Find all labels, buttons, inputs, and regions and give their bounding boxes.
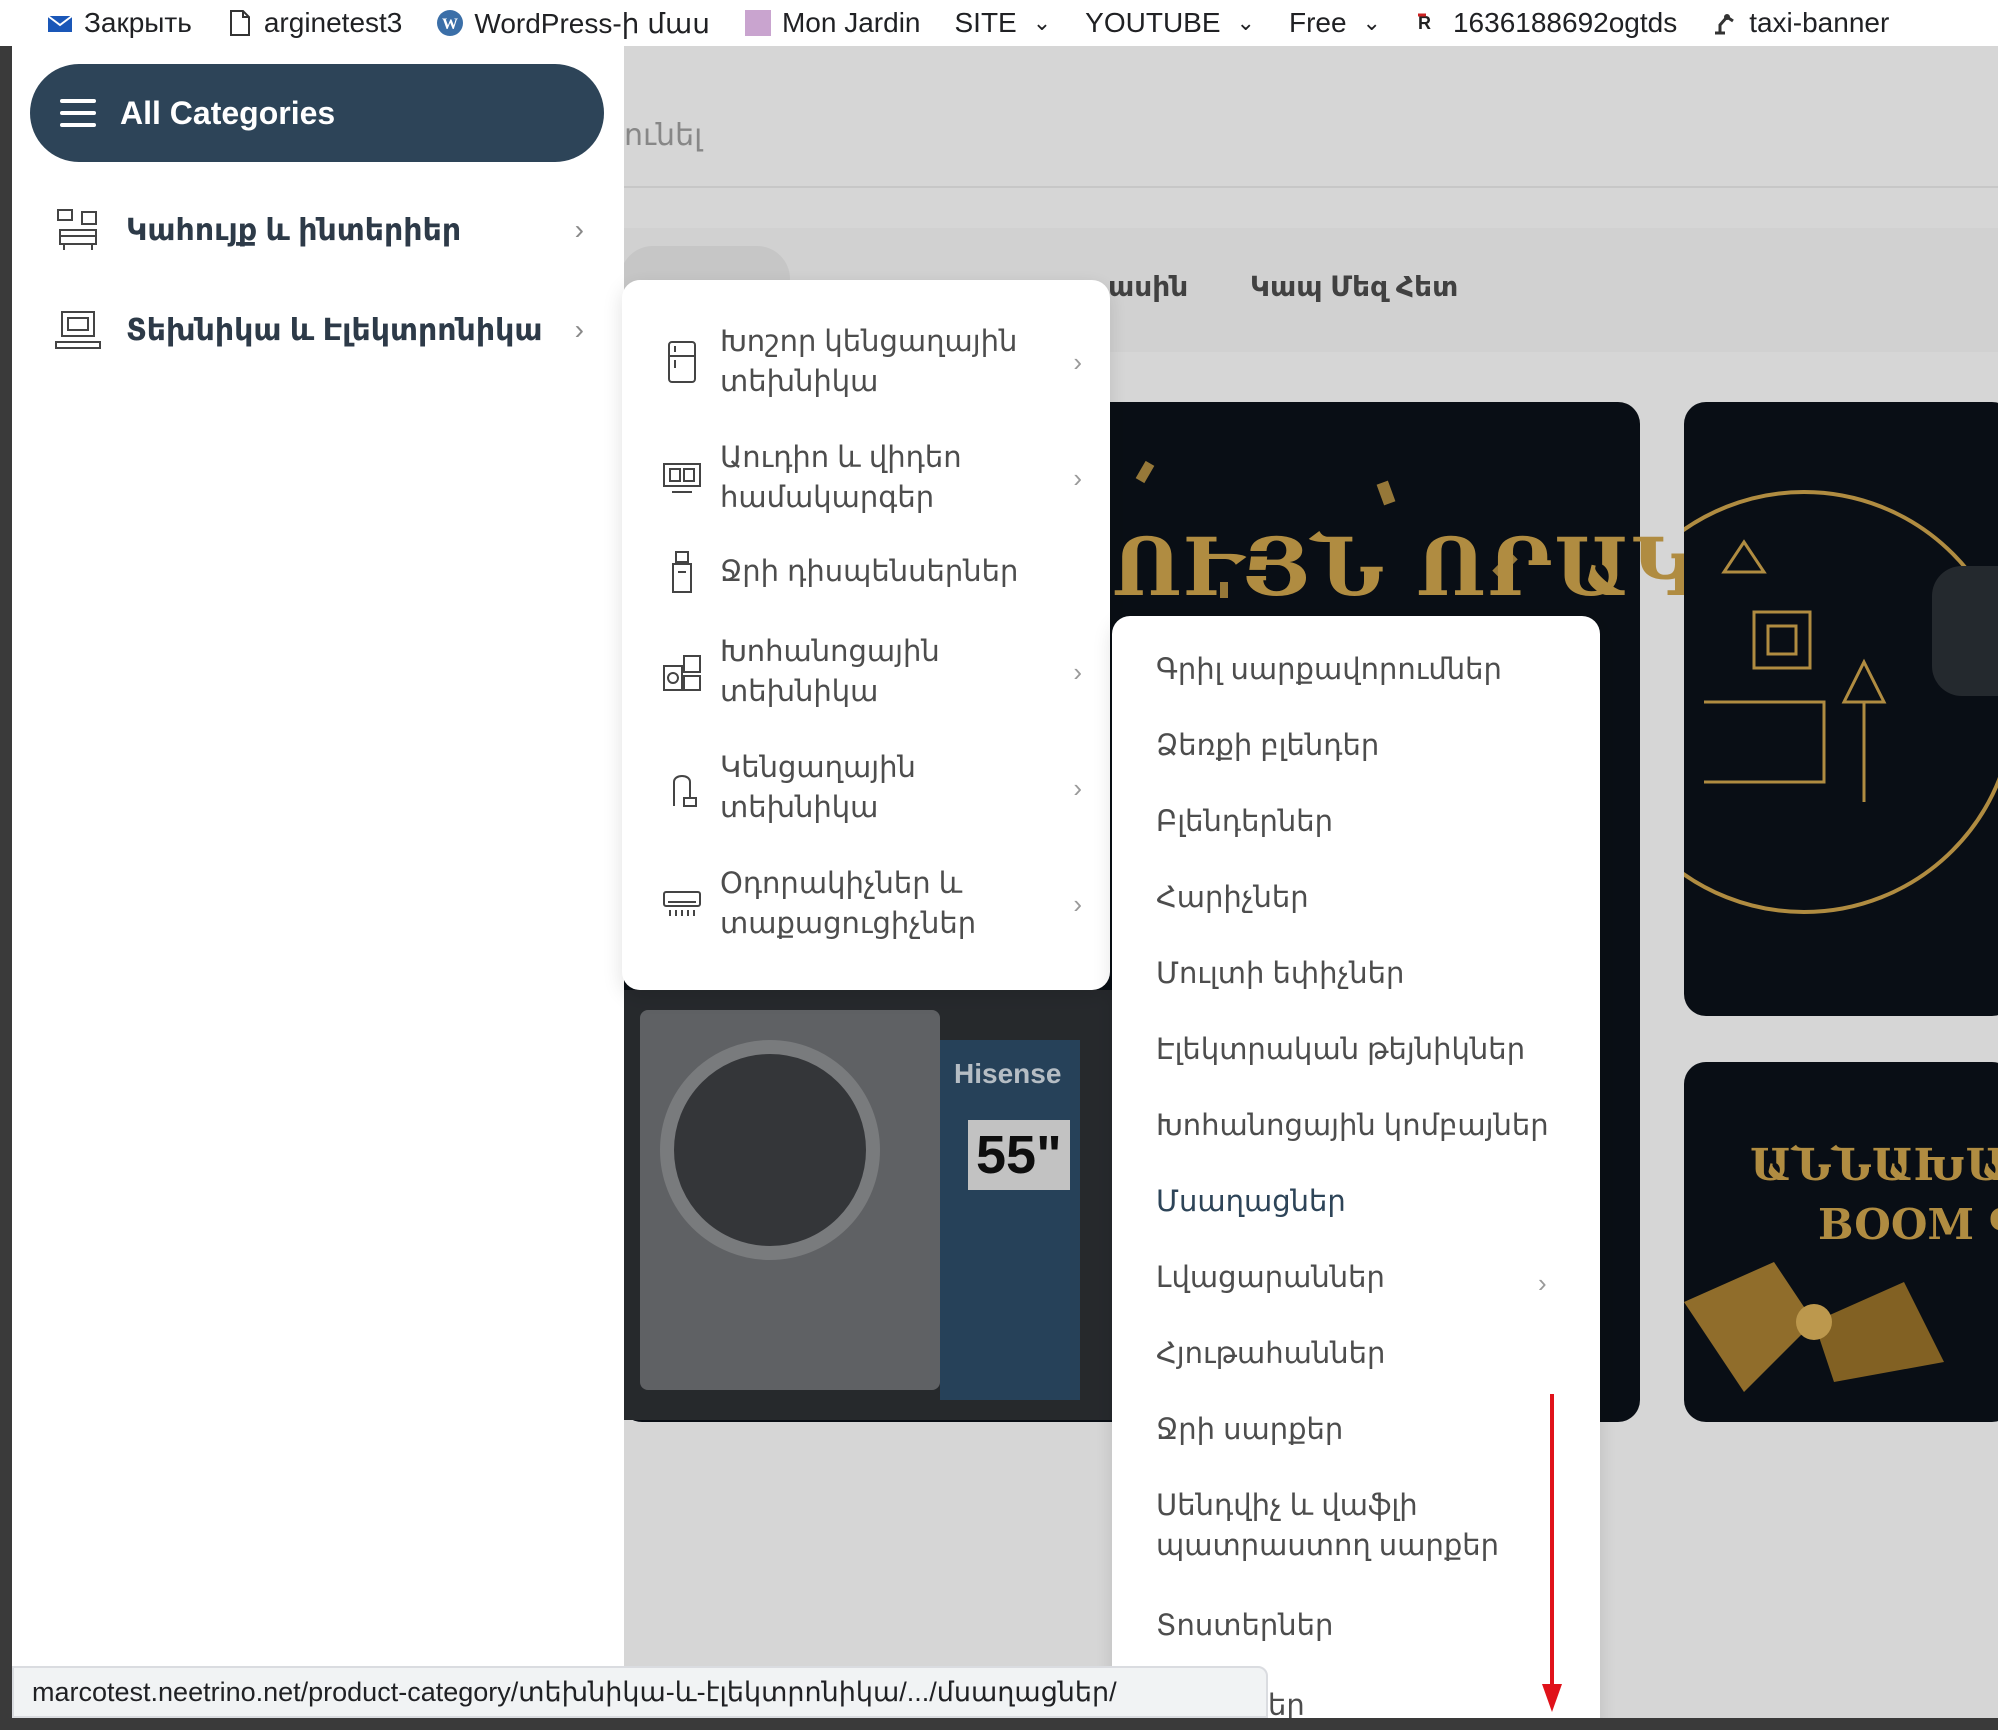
chevron-right-icon: › <box>1073 888 1082 919</box>
window-bottom-edge <box>0 1718 1998 1730</box>
all-categories-label: All Categories <box>120 94 336 131</box>
chevron-down-icon: ⌄ <box>1032 10 1052 35</box>
bookmark-arginetest3[interactable]: arginetest3 <box>226 7 403 39</box>
electronics-icon <box>54 306 102 354</box>
kitchen-submenu: Գրիլ սարքավորումներ Ձեռքի բլենդեր Բլենդե… <box>1112 616 1600 1730</box>
bookmark-label: Free <box>1288 7 1347 38</box>
electronics-submenu: Խոշոր կենցաղային տեխնիկա › Աուդիո և վիդե… <box>622 280 1110 990</box>
mail-icon <box>46 9 74 37</box>
categories-panel <box>12 46 624 1666</box>
tv-icon <box>662 456 702 500</box>
submenu-label: Ջրի դիսպենսերներ <box>720 556 1019 588</box>
bookmark-label: WordPress-ի մաս <box>474 7 710 39</box>
purple-square-icon <box>744 9 772 37</box>
bookmarks-bar: Закрыть arginetest3 W WordPress-ի մաս Mo… <box>0 0 1998 46</box>
submenu-item-air-conditioners[interactable]: Օդորակիչներ և տաքացուցիչներ › <box>662 864 1082 944</box>
submenu-item-water-dispensers[interactable]: Ջրի դիսպենսերներ <box>662 550 1082 594</box>
bookmark-label: Закрыть <box>84 7 192 38</box>
chevron-right-icon: › <box>1073 462 1082 493</box>
bookmark-label: 1636188692ogtds <box>1452 7 1678 38</box>
wordpress-icon: W <box>436 9 464 37</box>
submenu-item-hand-blender[interactable]: Ձեռքի բլենդեր <box>1156 726 1576 766</box>
category-furniture[interactable]: Կահույք և ինտերիեր › <box>54 200 594 260</box>
submenu-item-kitchen-appliances[interactable]: Խոհանոցային տեխնիկա › <box>662 632 1082 712</box>
chevron-right-icon: › <box>1073 656 1082 687</box>
red-arrow-annotation <box>1542 1394 1562 1712</box>
kitchen-appliance-icon <box>662 650 702 694</box>
submenu-label: Աուդիո և վիդեո համակարգեր <box>720 442 962 514</box>
chevron-right-icon: › <box>574 314 584 345</box>
category-label: Տեխնիկա և Էլեկտրոնիկա <box>126 313 543 347</box>
submenu-item-mixers[interactable]: Հարիչներ <box>1156 878 1576 918</box>
water-dispenser-icon <box>662 550 702 594</box>
furniture-icon <box>54 206 102 254</box>
robot-arm-icon <box>1711 9 1739 37</box>
link-status-bar: marcotest.neetrino.net/product-category/… <box>12 1666 1268 1718</box>
submenu-item-large-appliances[interactable]: Խոշոր կենցաղային տեխնիկա › <box>662 322 1082 402</box>
chevron-right-icon: › <box>1073 346 1082 377</box>
submenu-item-grill[interactable]: Գրիլ սարքավորումներ <box>1156 650 1576 690</box>
submenu-item-dishwashers[interactable]: Լվացարաններ <box>1156 1258 1576 1298</box>
bookmark-label: arginetest3 <box>263 7 403 38</box>
bookmark-folder-site[interactable]: SITE ⌄ <box>955 7 1052 39</box>
submenu-label: Խոշոր կենցաղային տեխնիկա <box>720 326 1018 398</box>
submenu-item-multicookers[interactable]: Մուլտի եփիչներ <box>1156 954 1576 994</box>
submenu-item-sandwich-waffle-makers[interactable]: Սենդվիչ և վաֆլի պատրաստող սարքեր <box>1156 1486 1576 1566</box>
chevron-right-icon: › <box>1538 1268 1547 1298</box>
bookmark-label: Mon Jardin <box>781 7 921 38</box>
all-categories-button[interactable]: All Categories <box>30 64 604 162</box>
submenu-item-juicers[interactable]: Հյութահաններ <box>1156 1334 1576 1374</box>
bookmark-wordpress[interactable]: W WordPress-ի մաս <box>436 7 710 40</box>
document-icon <box>226 9 254 37</box>
air-conditioner-icon <box>662 882 702 926</box>
bookmark-folder-free[interactable]: Free ⌄ <box>1289 7 1381 39</box>
submenu-label: Խոհանոցային տեխնիկա <box>720 636 940 708</box>
bookmark-folder-youtube[interactable]: YOUTUBE ⌄ <box>1085 7 1255 39</box>
bookmark-realty[interactable]: R 1636188692ogtds <box>1415 7 1677 39</box>
window-edge <box>0 46 12 1730</box>
bookmark-mon-jardin[interactable]: Mon Jardin <box>744 7 921 39</box>
submenu-item-blenders[interactable]: Բլենդերներ <box>1156 802 1576 842</box>
bookmark-taxi-banner[interactable]: taxi-banner <box>1711 7 1889 39</box>
refrigerator-icon <box>662 340 702 384</box>
submenu-label: Կենցաղային տեխնիկա <box>720 752 916 824</box>
chevron-right-icon: › <box>574 214 584 245</box>
chevron-down-icon: ⌄ <box>1236 10 1255 35</box>
realty-logo-icon: R <box>1415 9 1443 37</box>
submenu-item-household-appliances[interactable]: Կենցաղային տեխնիկա › <box>662 748 1082 828</box>
submenu-item-toasters[interactable]: Տոստերներ <box>1156 1606 1576 1646</box>
chevron-down-icon: ⌄ <box>1362 10 1381 35</box>
submenu-item-electric-kettles[interactable]: Էլեկտրական թեյնիկներ <box>1156 1030 1576 1070</box>
bookmark-close[interactable]: Закрыть <box>46 7 192 39</box>
submenu-item-meat-grinders[interactable]: Մսաղացներ <box>1156 1182 1576 1222</box>
submenu-item-audio-video[interactable]: Աուդիո և վիդեո համակարգեր › <box>662 438 1082 518</box>
submenu-item-water-devices[interactable]: Ջրի սարքեր <box>1156 1410 1576 1450</box>
category-electronics[interactable]: Տեխնիկա և Էլեկտրոնիկա › <box>54 300 594 360</box>
submenu-label: Օդորակիչներ և տաքացուցիչներ <box>720 868 977 940</box>
chevron-right-icon: › <box>1073 772 1082 803</box>
bookmark-label: SITE <box>954 7 1017 38</box>
bookmark-label: taxi-banner <box>1749 7 1890 38</box>
bookmark-label: YOUTUBE <box>1085 7 1221 38</box>
submenu-item-food-processors[interactable]: Խոհանոցային կոմբայներ <box>1156 1106 1576 1146</box>
hamburger-icon <box>60 99 96 127</box>
svg-text:W: W <box>442 16 458 33</box>
category-label: Կահույք և ինտերիեր <box>126 213 462 247</box>
vacuum-icon <box>662 766 702 810</box>
